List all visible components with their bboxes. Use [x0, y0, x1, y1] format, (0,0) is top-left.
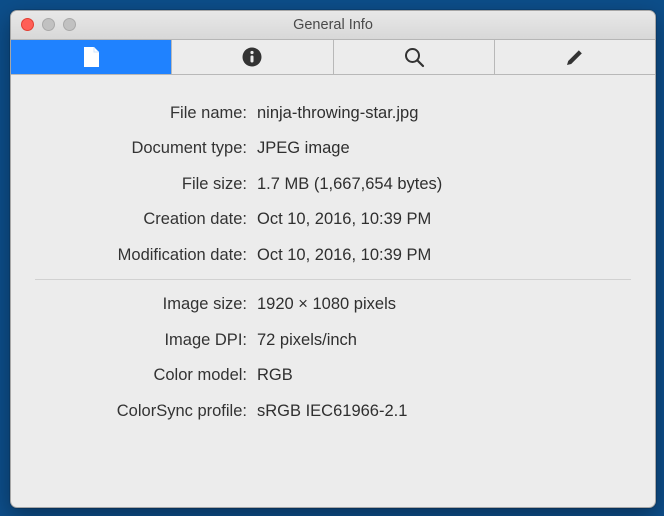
document-icon: [82, 46, 101, 68]
value-document-type: JPEG image: [257, 137, 631, 160]
window-title: General Info: [11, 17, 655, 33]
value-file-size: 1.7 MB (1,667,654 bytes): [257, 173, 631, 196]
label-file-name: File name:: [35, 102, 257, 125]
label-image-dpi: Image DPI:: [35, 329, 257, 352]
tab-general[interactable]: [11, 40, 172, 74]
row-creation-date: Creation date: Oct 10, 2016, 10:39 PM: [35, 208, 631, 231]
value-creation-date: Oct 10, 2016, 10:39 PM: [257, 208, 631, 231]
value-image-dpi: 72 pixels/inch: [257, 329, 631, 352]
row-file-size: File size: 1.7 MB (1,667,654 bytes): [35, 173, 631, 196]
titlebar: General Info: [11, 11, 655, 40]
tabbar: [11, 40, 655, 75]
value-file-name: ninja-throwing-star.jpg: [257, 102, 631, 125]
tab-edit[interactable]: [495, 40, 655, 74]
general-info-window: General Info: [10, 10, 656, 508]
label-modification-date: Modification date:: [35, 244, 257, 267]
row-modification-date: Modification date: Oct 10, 2016, 10:39 P…: [35, 244, 631, 267]
label-creation-date: Creation date:: [35, 208, 257, 231]
label-file-size: File size:: [35, 173, 257, 196]
row-color-model: Color model: RGB: [35, 364, 631, 387]
label-colorsync: ColorSync profile:: [35, 400, 257, 423]
row-document-type: Document type: JPEG image: [35, 137, 631, 160]
label-color-model: Color model:: [35, 364, 257, 387]
row-image-size: Image size: 1920 × 1080 pixels: [35, 293, 631, 316]
separator: [35, 279, 631, 280]
label-document-type: Document type:: [35, 137, 257, 160]
value-image-size: 1920 × 1080 pixels: [257, 293, 631, 316]
maximize-button[interactable]: [63, 18, 76, 31]
value-colorsync: sRGB IEC61966-2.1: [257, 400, 631, 423]
info-content: File name: ninja-throwing-star.jpg Docum…: [11, 75, 655, 507]
tab-search[interactable]: [334, 40, 495, 74]
close-button[interactable]: [21, 18, 34, 31]
row-colorsync: ColorSync profile: sRGB IEC61966-2.1: [35, 400, 631, 423]
tab-info[interactable]: [172, 40, 333, 74]
search-icon: [403, 46, 425, 68]
pencil-icon: [564, 46, 586, 68]
row-image-dpi: Image DPI: 72 pixels/inch: [35, 329, 631, 352]
minimize-button[interactable]: [42, 18, 55, 31]
value-modification-date: Oct 10, 2016, 10:39 PM: [257, 244, 631, 267]
window-controls: [21, 18, 76, 31]
info-icon: [241, 46, 263, 68]
label-image-size: Image size:: [35, 293, 257, 316]
row-file-name: File name: ninja-throwing-star.jpg: [35, 102, 631, 125]
value-color-model: RGB: [257, 364, 631, 387]
